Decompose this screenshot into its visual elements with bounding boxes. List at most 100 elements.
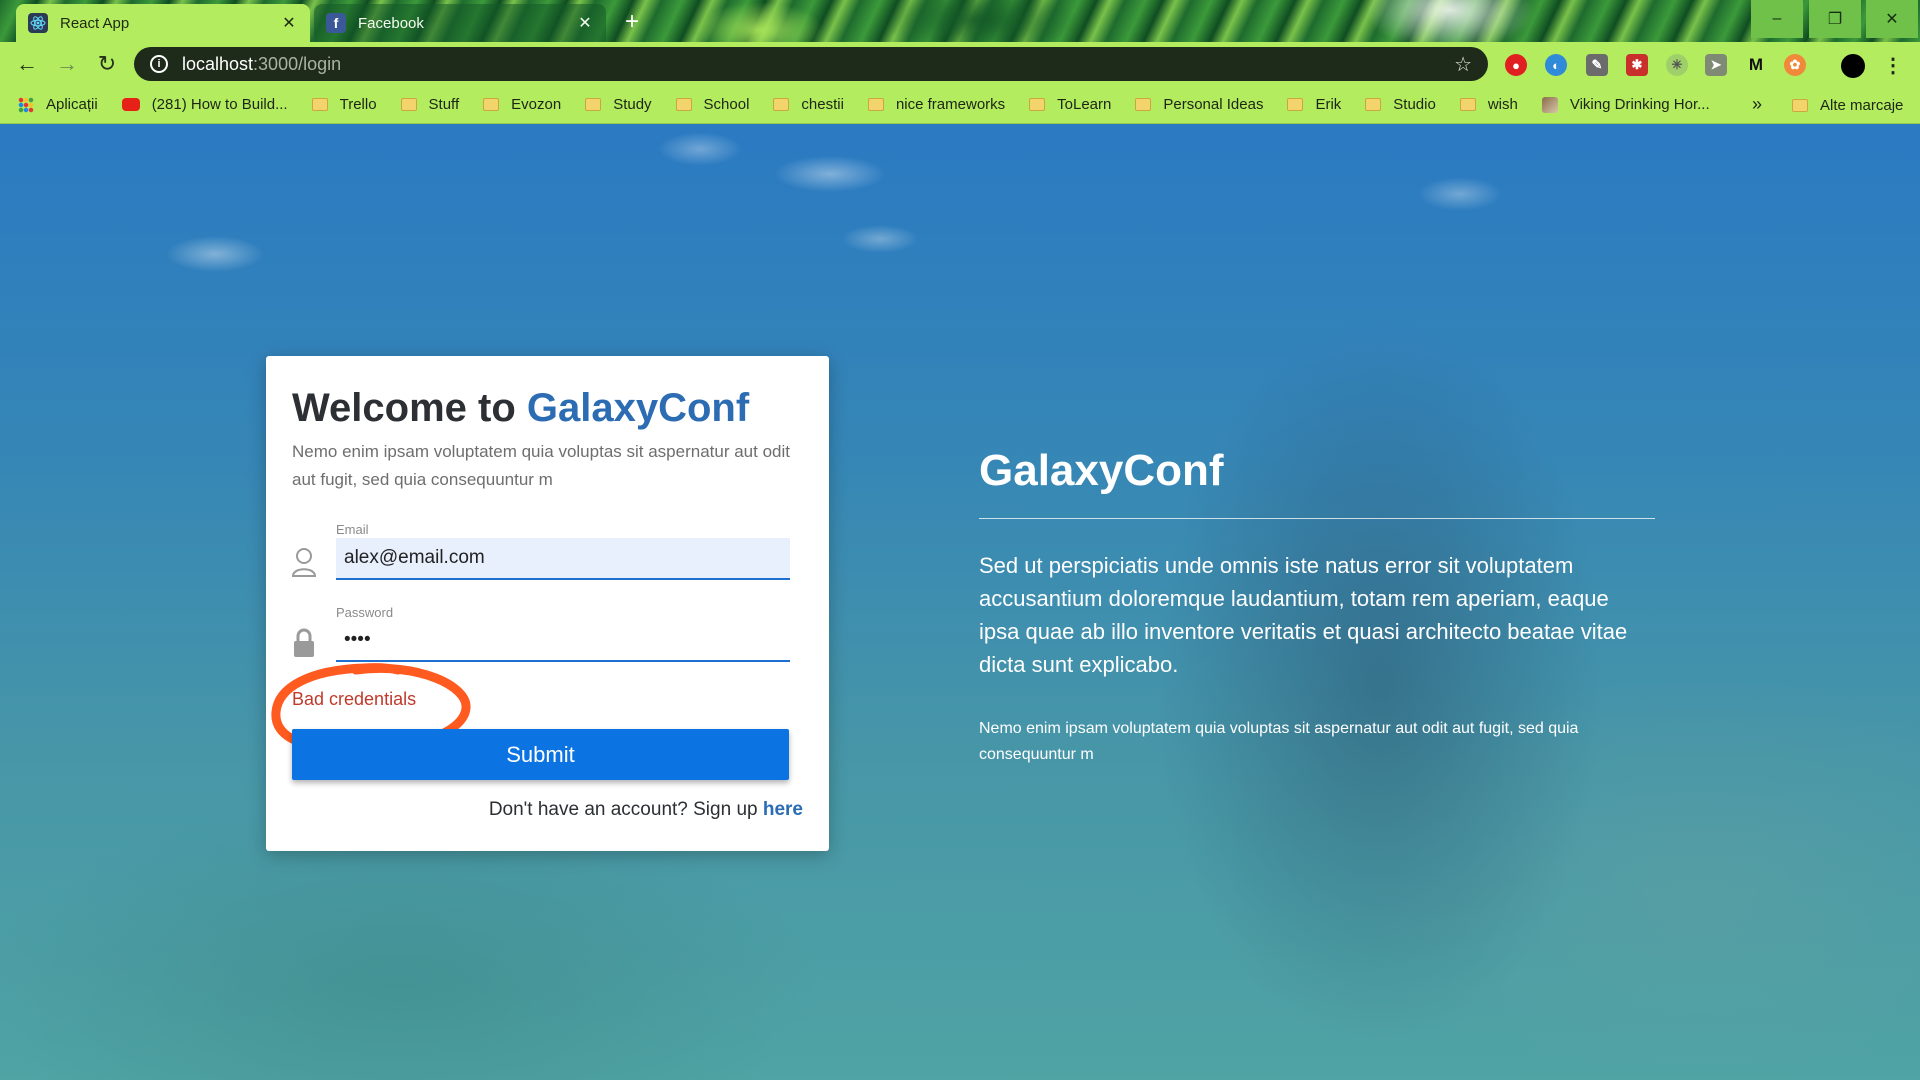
orange-extension-icon[interactable]: ✿ — [1784, 54, 1806, 76]
title-brand: GalaxyConf — [526, 386, 750, 430]
adblock-extension-icon[interactable]: ● — [1505, 54, 1527, 76]
bookmark-label: Personal Ideas — [1163, 96, 1264, 113]
error-message: Bad credentials — [292, 689, 417, 709]
tab-close-icon[interactable]: ✕ — [576, 13, 594, 33]
folder-icon — [585, 98, 602, 111]
bookmarks-overflow-icon[interactable]: » — [1752, 94, 1762, 115]
folder-icon — [1287, 98, 1304, 111]
email-label: Email — [336, 522, 369, 537]
url-host: localhost — [182, 53, 254, 74]
tab-react-app[interactable]: React App ✕ — [16, 4, 310, 42]
bookmark-folder[interactable]: Stuff — [400, 96, 460, 113]
sparkle-extension-icon[interactable]: ✳ — [1666, 54, 1688, 76]
bookmark-label: Aplicații — [46, 96, 98, 113]
bookmark-viking[interactable]: Viking Drinking Hor... — [1541, 96, 1710, 113]
other-bookmarks[interactable]: Alte marcaje — [1792, 86, 1903, 124]
folder-icon — [1365, 98, 1382, 111]
title-prefix: Welcome to — [292, 386, 527, 430]
bookmark-label: Trello — [339, 96, 377, 113]
hero-small-text: Nemo enim ipsam voluptatem quia voluptas… — [979, 720, 1579, 763]
bookmark-label: Erik — [1315, 96, 1342, 113]
folder-icon — [1459, 98, 1476, 111]
bookmark-label: Alte marcaje — [1820, 96, 1904, 114]
bookmark-folder[interactable]: nice frameworks — [867, 96, 1006, 113]
folder-icon — [675, 98, 692, 111]
bookmark-folder[interactable]: Evozon — [483, 96, 561, 113]
bookmark-label: Studio — [1393, 96, 1436, 113]
lock-icon — [290, 627, 318, 659]
login-card: Welcome to GalaxyConf Nemo enim ipsam vo… — [266, 356, 829, 851]
minimize-button[interactable]: – — [1751, 0, 1803, 38]
tab-title: React App — [60, 14, 130, 32]
apps-grid-icon — [18, 96, 34, 113]
folder-icon — [1792, 98, 1808, 112]
bookmark-label: nice frameworks — [895, 96, 1006, 113]
signup-text: Don't have an account? Sign up — [488, 799, 763, 820]
new-tab-button[interactable]: + — [618, 9, 646, 37]
eyedropper-extension-icon[interactable]: ✎ — [1586, 54, 1608, 76]
image-thumbnail-icon — [1541, 96, 1558, 113]
bookmark-apps[interactable]: Aplicații — [18, 96, 98, 113]
address-bar[interactable]: i localhost :3000/login ☆ — [134, 47, 1488, 81]
login-page-background: Welcome to GalaxyConf Nemo enim ipsam vo… — [0, 124, 1920, 1080]
puzzle-extension-icon[interactable]: ✱ — [1626, 54, 1648, 76]
youtube-icon — [121, 98, 140, 111]
bookmark-folder[interactable]: wish — [1459, 96, 1518, 113]
password-field[interactable] — [336, 620, 790, 662]
submit-button[interactable]: Submit — [292, 729, 789, 780]
share-extension-icon[interactable]: ➤ — [1705, 54, 1727, 76]
window-close-button[interactable]: ✕ — [1866, 0, 1918, 38]
hero-panel: GalaxyConf Sed ut perspiciatis unde omni… — [979, 446, 1655, 768]
bookmark-folder[interactable]: Erik — [1287, 96, 1341, 113]
password-label: Password — [336, 605, 394, 620]
folder-icon — [867, 98, 884, 111]
bookmark-label: Stuff — [428, 96, 460, 113]
bookmark-folder[interactable]: Study — [585, 96, 652, 113]
bookmark-label: (281) How to Build... — [151, 96, 288, 113]
hero-lead-text: Sed ut perspiciatis unde omnis iste natu… — [979, 553, 1628, 677]
tab-close-icon[interactable]: ✕ — [280, 13, 298, 33]
url-path: :3000/login — [253, 53, 342, 74]
login-subtitle: Nemo enim ipsam voluptatem quia voluptas… — [292, 442, 790, 489]
bookmark-label: Evozon — [511, 96, 562, 113]
bookmark-label: ToLearn — [1057, 96, 1112, 113]
bookmarks-bar: Aplicații (281) How to Build... Trello S… — [0, 86, 1920, 124]
m-extension-icon[interactable]: M — [1745, 54, 1767, 76]
folder-icon — [400, 98, 417, 111]
signup-prompt: Don't have an account? Sign up here — [489, 799, 803, 821]
bookmark-folder[interactable]: Trello — [311, 96, 377, 113]
folder-icon — [1135, 98, 1152, 111]
color-extension-icon[interactable]: ◐ — [1545, 54, 1567, 76]
bookmark-folder[interactable]: Personal Ideas — [1135, 96, 1263, 113]
bookmark-folder[interactable]: chestii — [773, 96, 844, 113]
user-icon — [290, 546, 318, 578]
hero-divider — [979, 518, 1655, 519]
back-arrow-icon[interactable]: ← — [12, 49, 42, 79]
folder-icon — [483, 98, 500, 111]
bookmark-label: Viking Drinking Hor... — [1569, 96, 1710, 113]
browser-tab-strip: React App ✕ f Facebook ✕ + – ❐ ✕ — [0, 0, 1920, 42]
bookmark-star-icon[interactable]: ☆ — [1454, 52, 1472, 77]
restore-button[interactable]: ❐ — [1809, 0, 1861, 38]
bookmark-label: wish — [1487, 96, 1518, 113]
email-field[interactable] — [336, 538, 790, 580]
folder-icon — [773, 98, 790, 111]
bookmark-folder[interactable]: School — [675, 96, 750, 113]
bookmark-folder[interactable]: Studio — [1365, 96, 1436, 113]
folder-icon — [311, 98, 328, 111]
tab-facebook[interactable]: f Facebook ✕ — [314, 4, 606, 42]
menu-kebab-icon[interactable]: ⋮ — [1882, 54, 1904, 77]
site-info-icon[interactable]: i — [150, 55, 168, 73]
folder-icon — [1029, 98, 1046, 111]
profile-avatar[interactable] — [1841, 54, 1865, 78]
tab-title: Facebook — [358, 14, 424, 32]
bookmark-label: School — [703, 96, 750, 113]
bookmark-youtube[interactable]: (281) How to Build... — [121, 96, 288, 113]
bookmark-folder[interactable]: ToLearn — [1029, 96, 1111, 113]
signup-link[interactable]: here — [763, 799, 803, 820]
reload-icon[interactable]: ↻ — [92, 49, 122, 79]
facebook-favicon-icon: f — [326, 13, 346, 33]
hero-title: GalaxyConf — [979, 446, 1224, 495]
forward-arrow-icon[interactable]: → — [52, 49, 82, 79]
login-title: Welcome to GalaxyConf — [292, 386, 749, 431]
